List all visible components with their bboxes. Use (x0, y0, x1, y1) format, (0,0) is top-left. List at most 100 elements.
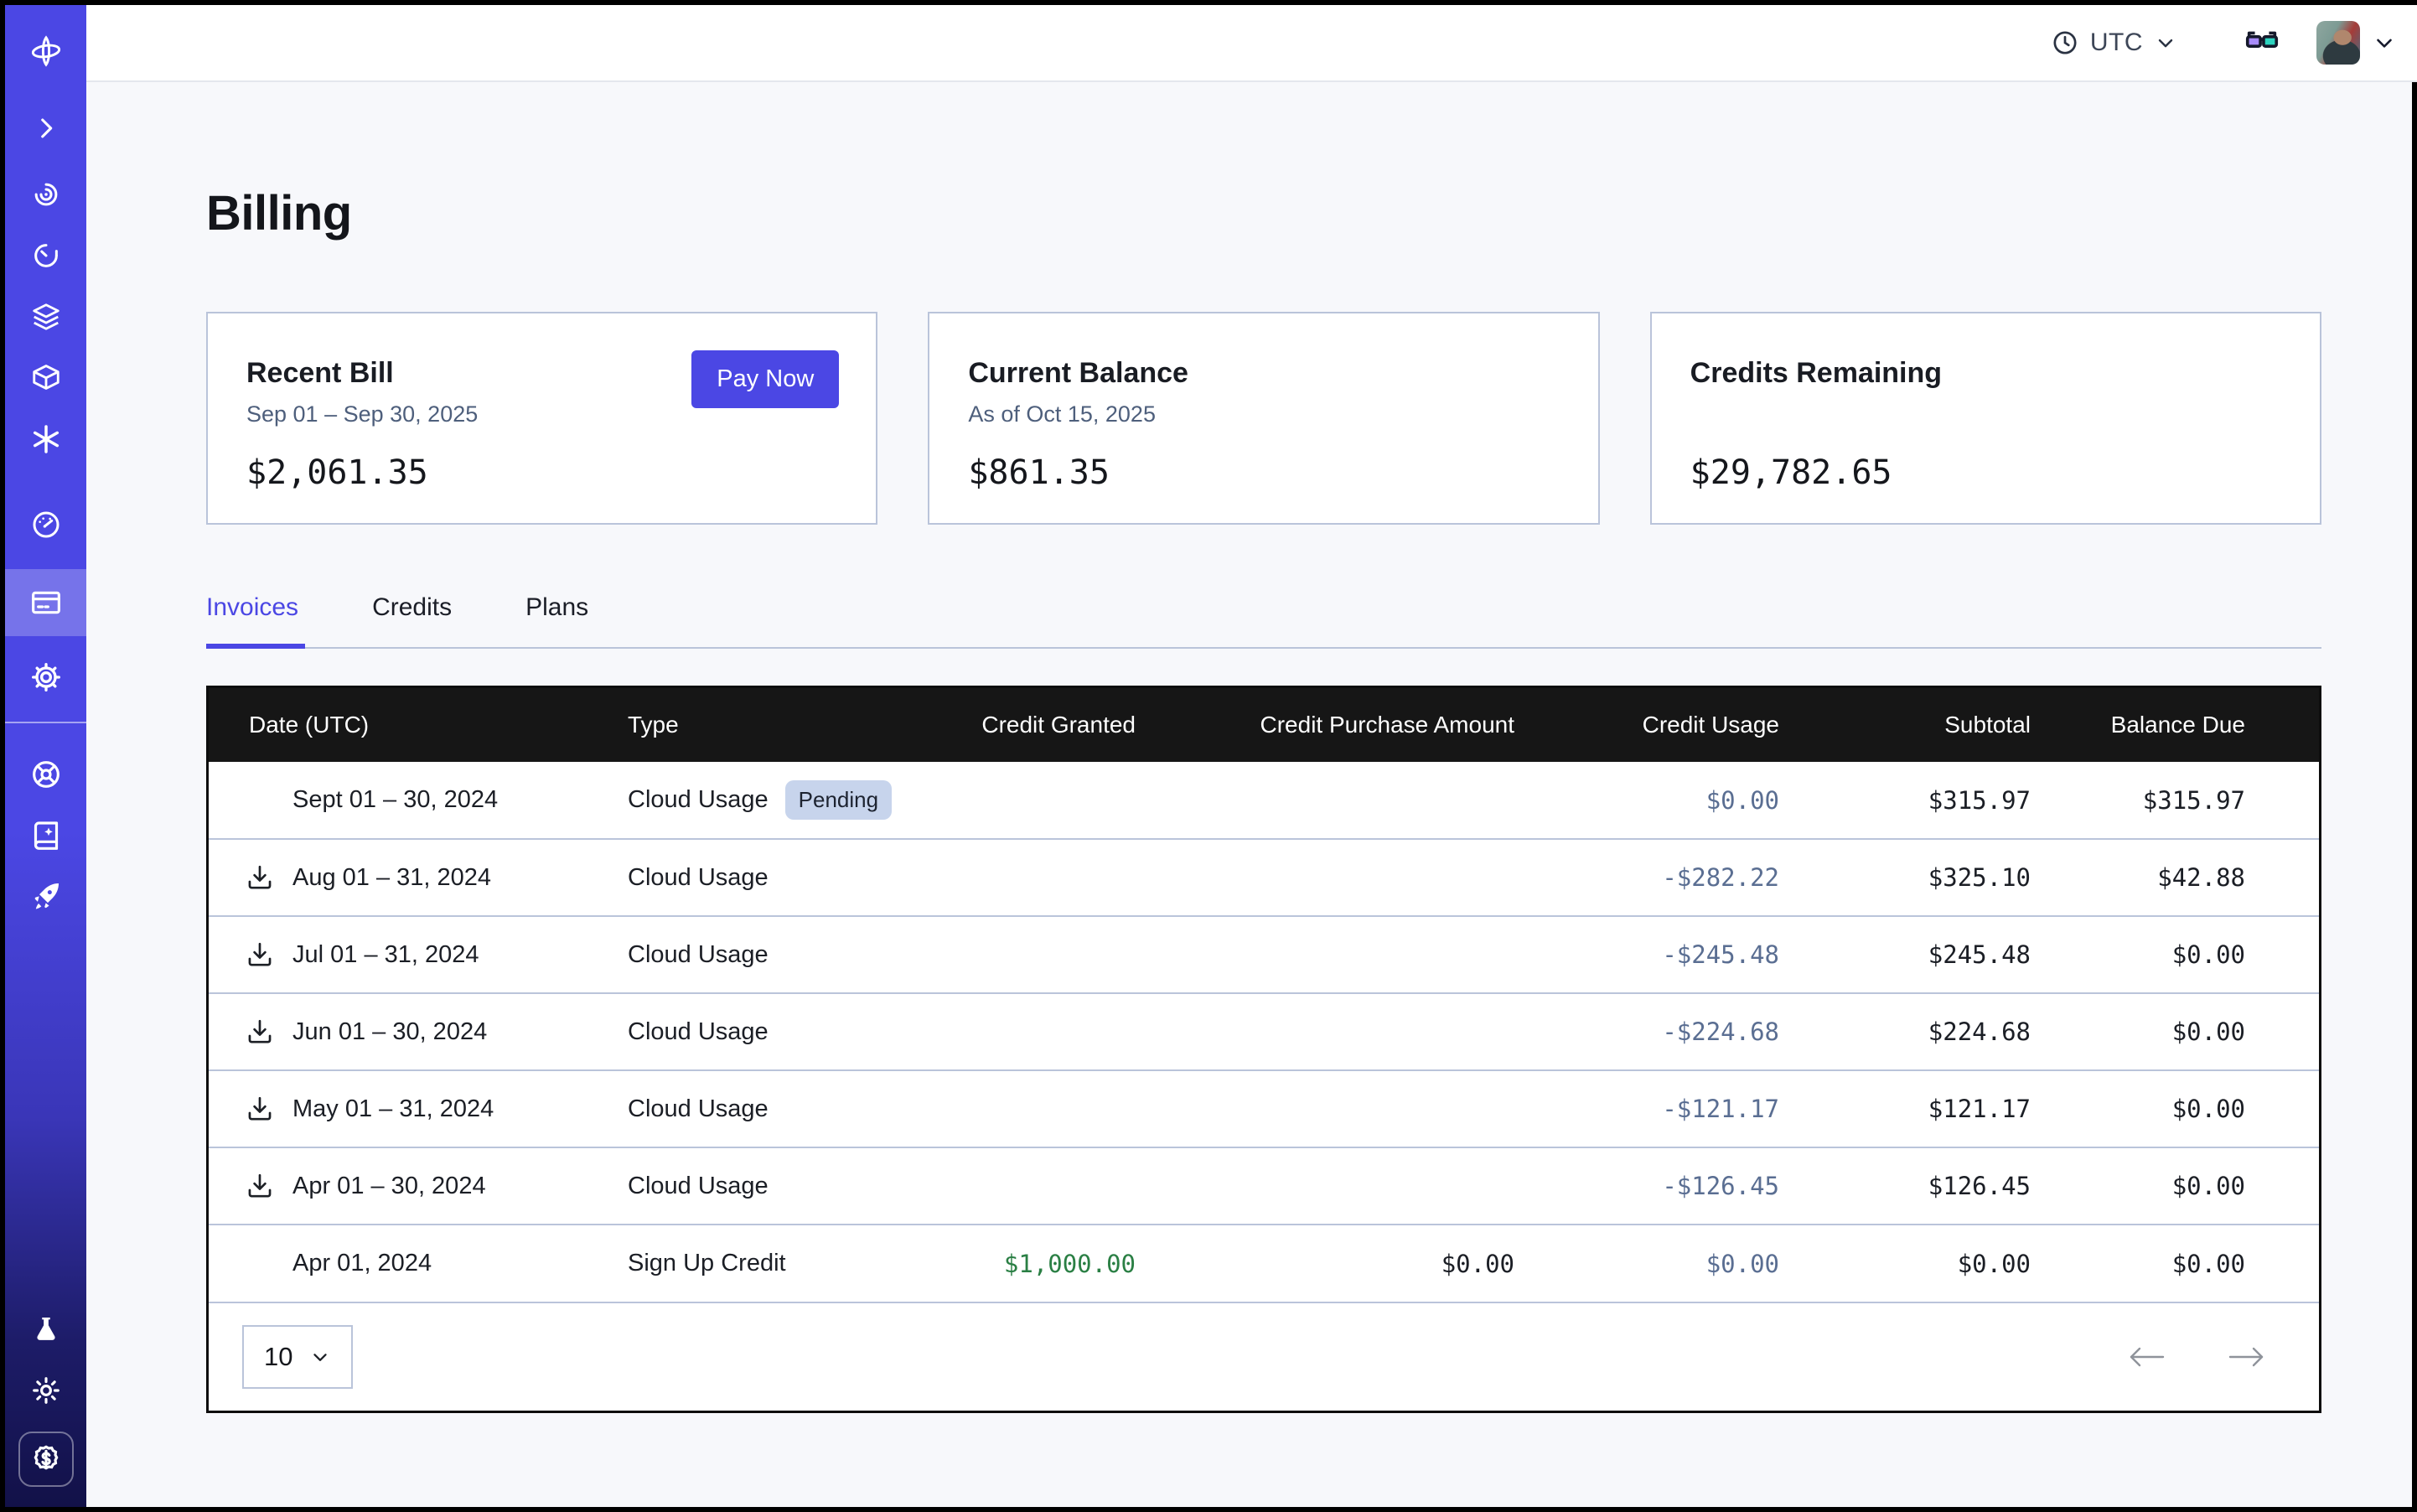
subtotal-value: $121.17 (1816, 1070, 2068, 1147)
invoice-date: Aug 01 – 31, 2024 (292, 864, 491, 892)
topbar: UTC (86, 5, 2417, 82)
page-size-select[interactable]: 10 (242, 1325, 353, 1389)
credit-granted-value (929, 762, 1172, 839)
invoice-date: Jul 01 – 31, 2024 (292, 941, 479, 969)
main-content: Billing Recent Bill Sep 01 – Sep 30, 202… (86, 82, 2417, 1507)
download-invoice-icon[interactable] (246, 940, 274, 969)
sidebar (5, 5, 86, 1507)
layers-icon[interactable] (27, 298, 65, 336)
credit-granted-value: $1,000.00 (929, 1225, 1172, 1302)
table-row[interactable]: Apr 01 – 30, 2024 Cloud Usage -$126.45 $… (209, 1147, 2319, 1225)
subtotal-value: $315.97 (1816, 762, 2068, 839)
balance-due-value: $315.97 (2068, 762, 2319, 839)
glasses-icon[interactable] (2243, 22, 2281, 65)
balance-due-value: $0.00 (2068, 1147, 2319, 1225)
col-balance-due: Balance Due (2068, 688, 2319, 762)
subtotal-value: $126.45 (1816, 1147, 2068, 1225)
table-row[interactable]: Jul 01 – 31, 2024 Cloud Usage -$245.48 $… (209, 916, 2319, 993)
invoice-type: Cloud Usage (628, 1173, 769, 1200)
clock-icon (2051, 28, 2079, 57)
credit-granted-value (929, 993, 1172, 1070)
rocket-icon[interactable] (27, 877, 65, 915)
tab-plans[interactable]: Plans (525, 593, 595, 649)
col-subtotal: Subtotal (1816, 688, 2068, 762)
table-header: Date (UTC) Type Credit Granted Credit Pu… (209, 688, 2319, 762)
credit-usage-value: $0.00 (1551, 762, 1816, 839)
expand-chevron-icon[interactable] (27, 109, 65, 148)
subtotal-value: $224.68 (1816, 993, 2068, 1070)
chevron-down-icon (2154, 31, 2177, 54)
download-invoice-icon[interactable] (246, 863, 274, 892)
credit-purchase-value (1172, 762, 1551, 839)
timer-icon[interactable] (27, 236, 65, 275)
previous-page-arrow[interactable] (2126, 1344, 2166, 1370)
asterisk-icon[interactable] (27, 420, 65, 458)
next-page-arrow[interactable] (2227, 1344, 2267, 1370)
card-amount: $2,061.35 (246, 453, 837, 492)
gauge-icon[interactable] (27, 505, 65, 544)
timezone-label: UTC (2090, 28, 2143, 57)
col-credit-granted: Credit Granted (929, 688, 1172, 762)
card-amount: $29,782.65 (1690, 453, 2281, 492)
invoice-type: Cloud Usage (628, 864, 769, 892)
sun-icon[interactable] (27, 1371, 65, 1410)
billing-card-icon[interactable] (5, 569, 86, 636)
credit-usage-value: -$121.17 (1551, 1070, 1816, 1147)
credit-granted-value (929, 839, 1172, 916)
table-row[interactable]: May 01 – 31, 2024 Cloud Usage -$121.17 $… (209, 1070, 2319, 1147)
app-root: UTC Billing Recent Bill (5, 5, 2412, 1507)
current-balance-card: Current Balance As of Oct 15, 2025 $861.… (928, 312, 1599, 525)
table-row[interactable]: Sept 01 – 30, 2024 Cloud Usage Pending $… (209, 762, 2319, 839)
balance-due-value: $0.00 (2068, 1225, 2319, 1302)
download-invoice-icon[interactable] (246, 1172, 274, 1200)
balance-due-value: $0.00 (2068, 1070, 2319, 1147)
invoice-type: Cloud Usage (628, 786, 769, 814)
page-size-value: 10 (264, 1342, 292, 1372)
wheel-icon[interactable] (27, 755, 65, 794)
credit-granted-value (929, 1070, 1172, 1147)
download-invoice-icon[interactable] (246, 1095, 274, 1123)
page-title: Billing (206, 185, 2321, 241)
card-subtitle (1690, 401, 2281, 430)
card-title: Current Balance (968, 357, 1559, 390)
subtotal-value: $325.10 (1816, 839, 2068, 916)
pay-now-button[interactable]: Pay Now (691, 350, 839, 408)
pagination-controls (2126, 1344, 2267, 1370)
invoice-type: Cloud Usage (628, 941, 769, 969)
flask-icon[interactable] (27, 1311, 65, 1349)
subtotal-value: $0.00 (1816, 1225, 2068, 1302)
credits-remaining-card: Credits Remaining $29,782.65 (1650, 312, 2321, 525)
timezone-selector[interactable]: UTC (2051, 28, 2177, 57)
tab-invoices[interactable]: Invoices (206, 593, 305, 649)
invoices-table: Date (UTC) Type Credit Granted Credit Pu… (206, 686, 2321, 1413)
sidebar-bottom-group (18, 1311, 74, 1507)
status-badge: Pending (785, 780, 892, 820)
docs-book-icon[interactable] (27, 816, 65, 855)
balance-due-value: $0.00 (2068, 993, 2319, 1070)
table-row[interactable]: Apr 01, 2024 Sign Up Credit $1,000.00 $0… (209, 1225, 2319, 1302)
col-credit-purchase: Credit Purchase Amount (1172, 688, 1551, 762)
table-footer: 10 (209, 1302, 2319, 1411)
logo-orbit-icon[interactable] (27, 32, 65, 70)
subtotal-value: $245.48 (1816, 916, 2068, 993)
download-invoice-icon[interactable] (246, 1017, 274, 1046)
credit-usage-value: -$126.45 (1551, 1147, 1816, 1225)
cube-icon[interactable] (27, 358, 65, 396)
balance-due-value: $42.88 (2068, 839, 2319, 916)
avatar[interactable] (2316, 21, 2360, 65)
credit-purchase-value: $0.00 (1172, 1225, 1551, 1302)
invoice-date: Apr 01, 2024 (292, 1250, 432, 1277)
table-row[interactable]: Aug 01 – 31, 2024 Cloud Usage -$282.22 $… (209, 839, 2319, 916)
credit-usage-value: -$245.48 (1551, 916, 1816, 993)
credit-usage-value: $0.00 (1551, 1225, 1816, 1302)
tab-credits[interactable]: Credits (372, 593, 458, 649)
billing-tabs: Invoices Credits Plans (206, 593, 2321, 649)
account-chevron-down-icon[interactable] (2372, 30, 2397, 55)
gear-icon[interactable] (27, 658, 65, 696)
spiral-icon[interactable] (27, 175, 65, 214)
card-subtitle: As of Oct 15, 2025 (968, 401, 1559, 430)
invoice-date: Apr 01 – 30, 2024 (292, 1173, 486, 1200)
dollar-badge-icon[interactable] (18, 1432, 74, 1487)
invoice-table-body: Sept 01 – 30, 2024 Cloud Usage Pending $… (209, 762, 2319, 1302)
table-row[interactable]: Jun 01 – 30, 2024 Cloud Usage -$224.68 $… (209, 993, 2319, 1070)
